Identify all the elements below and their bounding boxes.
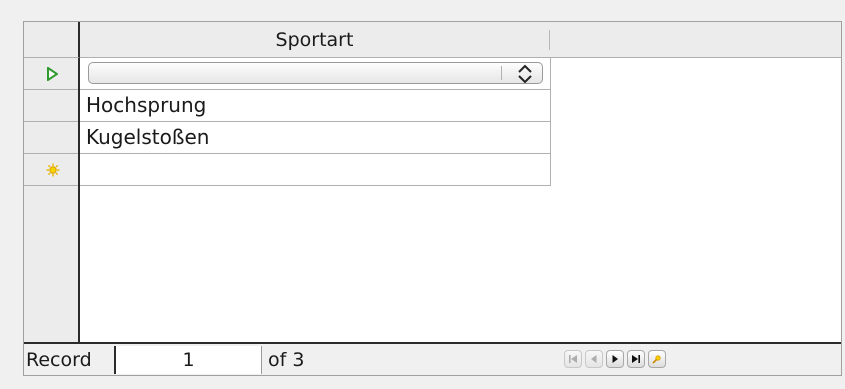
record-navigation-bar: Record 1 of 3 <box>24 342 841 375</box>
combobox-separator <box>501 66 502 80</box>
record-count-text: of 3 <box>268 349 305 371</box>
table-row-4-cell[interactable] <box>80 154 551 186</box>
record-label: Record <box>26 349 92 371</box>
row-header-4[interactable] <box>24 154 78 186</box>
current-row-arrow-icon <box>47 67 58 81</box>
grid-corner-header <box>24 22 80 58</box>
last-record-icon <box>632 355 640 363</box>
next-record-icon <box>612 355 618 363</box>
first-record-icon <box>569 355 577 363</box>
row-header-1[interactable] <box>24 58 78 90</box>
column-separator[interactable] <box>549 30 550 50</box>
last-record-button[interactable] <box>627 350 645 368</box>
new-record-icon <box>652 355 661 364</box>
row-header-column <box>24 58 80 342</box>
previous-record-button[interactable] <box>585 350 603 368</box>
new-record-button[interactable] <box>648 350 666 368</box>
next-record-button[interactable] <box>606 350 624 368</box>
sportart-combobox[interactable] <box>88 62 543 84</box>
column-header-row: Sportart <box>80 22 841 58</box>
row-header-2[interactable] <box>24 90 78 122</box>
new-record-star-icon <box>46 163 60 177</box>
first-record-button[interactable] <box>564 350 582 368</box>
table-control-grid: Sportart Hochsprung Kugelstoßen Record 1… <box>23 21 842 376</box>
row-header-3[interactable] <box>24 122 78 154</box>
previous-record-icon <box>591 355 597 363</box>
table-row-2-cell[interactable]: Hochsprung <box>80 90 551 122</box>
column-header-sportart[interactable]: Sportart <box>80 22 549 58</box>
table-row-3-cell[interactable]: Kugelstoßen <box>80 122 551 154</box>
navigation-buttons <box>564 350 666 368</box>
table-row-1-cell[interactable] <box>80 58 551 90</box>
chevron-up-down-icon[interactable] <box>516 64 534 84</box>
current-record-field[interactable]: 1 <box>114 346 262 374</box>
